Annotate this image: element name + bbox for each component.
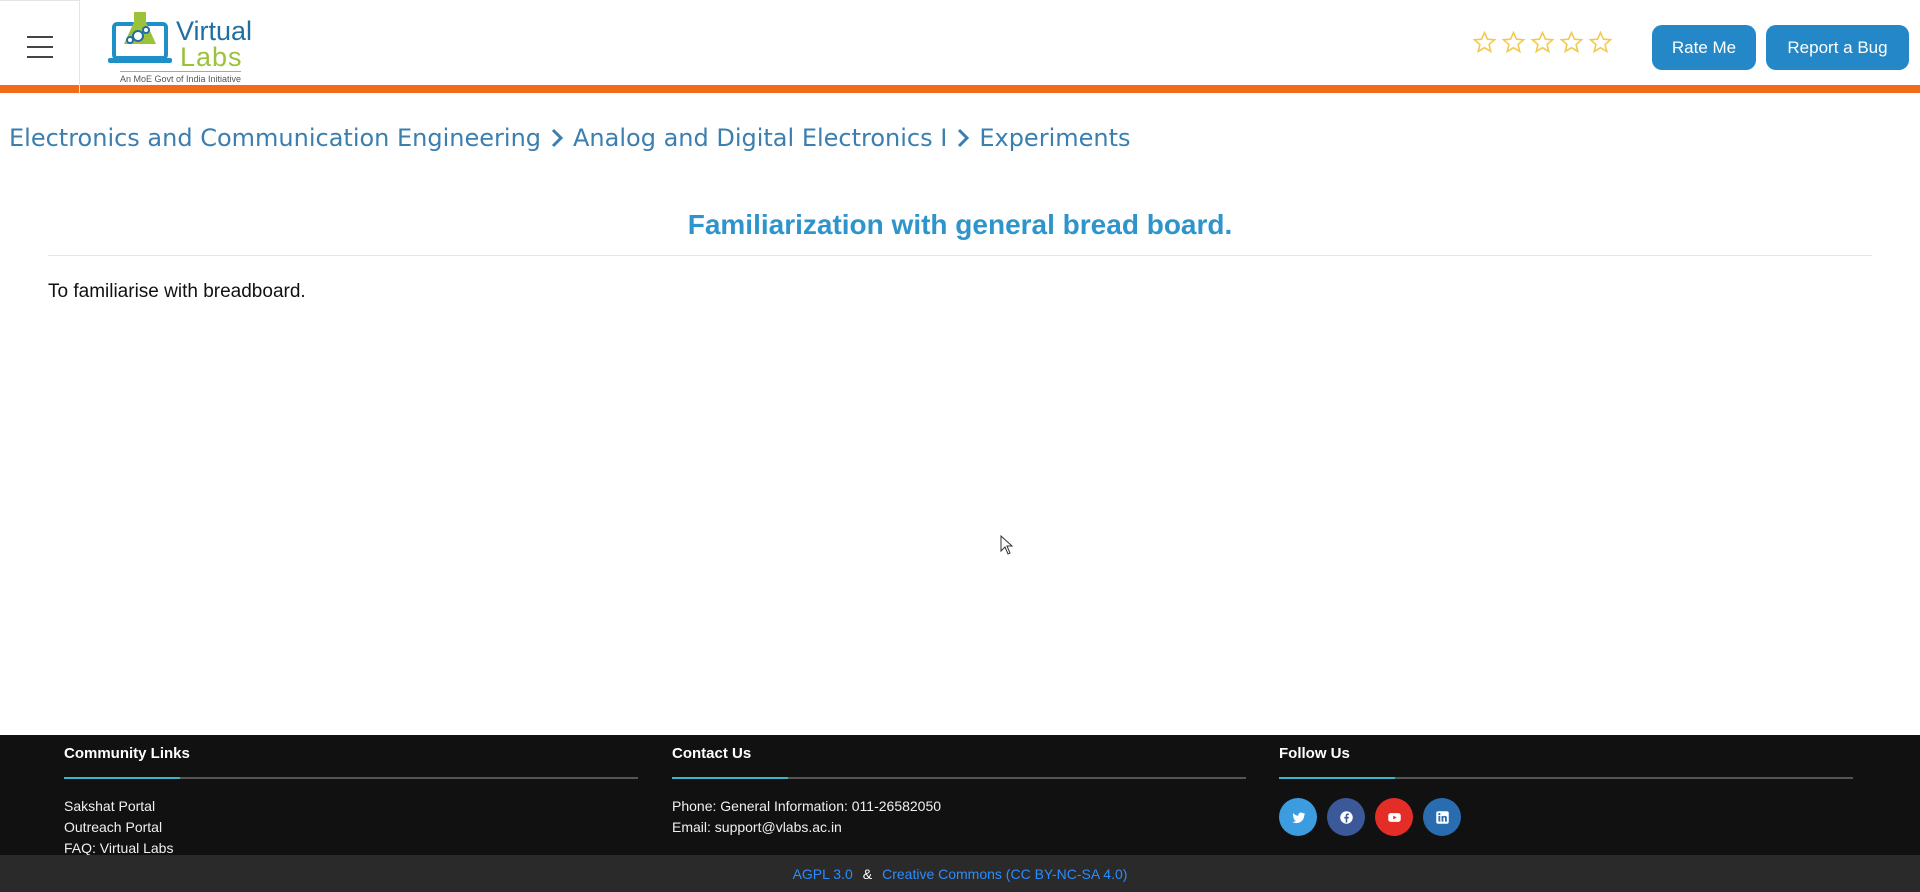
star-icon[interactable] [1472, 30, 1497, 55]
breadcrumb-item-discipline[interactable]: Electronics and Communication Engineerin… [9, 124, 541, 152]
rate-me-button[interactable]: Rate Me [1652, 25, 1756, 70]
hamburger-icon [26, 32, 53, 62]
footer: Community Links Sakshat Portal Outreach … [0, 735, 1920, 856]
contact-phone: Phone: General Information: 011-26582050 [672, 798, 942, 814]
star-icon[interactable] [1559, 30, 1584, 55]
chevron-right-icon [551, 128, 564, 148]
footer-follow: Follow Us [1279, 745, 1855, 836]
star-icon[interactable] [1530, 30, 1555, 55]
flask-monitor-icon [108, 12, 172, 63]
footer-heading-contact: Contact Us [672, 745, 752, 762]
mouse-cursor-icon [1000, 535, 1014, 555]
top-header: Virtual Labs An MoE Govt of India Initia… [0, 0, 1920, 93]
logo-tagline: An MoE Govt of India Initiative [120, 71, 242, 84]
agpl-link[interactable]: AGPL 3.0 [793, 866, 853, 882]
star-icon[interactable] [1501, 30, 1526, 55]
experiment-aim: To familiarise with breadboard. [48, 281, 306, 302]
facebook-icon[interactable] [1327, 798, 1365, 836]
footer-heading-underline [64, 777, 638, 779]
report-bug-button[interactable]: Report a Bug [1766, 25, 1909, 70]
footer-heading-underline [1279, 777, 1853, 779]
experiment-title: Familiarization with general bread board… [687, 209, 1233, 240]
footer-contact: Contact Us Phone: General Information: 0… [672, 745, 1248, 838]
license-bar: AGPL 3.0 & Creative Commons (CC BY-NC-SA… [0, 855, 1920, 892]
license-separator: & [862, 865, 873, 882]
footer-heading-underline [672, 777, 1246, 779]
footer-heading-follow: Follow Us [1279, 745, 1350, 762]
social-icons [1279, 798, 1855, 836]
star-rating[interactable] [1472, 30, 1613, 55]
contact-email: Email: support@vlabs.ac.in [672, 819, 842, 835]
creative-commons-link[interactable]: Creative Commons (CC BY-NC-SA 4.0) [882, 866, 1127, 882]
breadcrumb-item-experiments[interactable]: Experiments [979, 124, 1130, 152]
twitter-icon[interactable] [1279, 798, 1317, 836]
chevron-right-icon [958, 128, 970, 148]
breadcrumb: Electronics and Communication Engineerin… [9, 124, 1131, 152]
footer-community-links: Community Links Sakshat Portal Outreach … [64, 745, 640, 859]
footer-link-sakshat[interactable]: Sakshat Portal [64, 796, 640, 817]
star-icon[interactable] [1588, 30, 1613, 55]
title-divider [48, 255, 1872, 256]
breadcrumb-item-lab[interactable]: Analog and Digital Electronics I [573, 124, 947, 152]
logo-word-labs: Labs [180, 42, 243, 72]
footer-heading-community: Community Links [64, 745, 190, 762]
youtube-icon[interactable] [1375, 798, 1413, 836]
menu-button[interactable] [0, 0, 80, 93]
footer-link-outreach[interactable]: Outreach Portal [64, 817, 640, 838]
linkedin-icon[interactable] [1423, 798, 1461, 836]
virtual-labs-logo[interactable]: Virtual Labs An MoE Govt of India Initia… [108, 6, 258, 86]
